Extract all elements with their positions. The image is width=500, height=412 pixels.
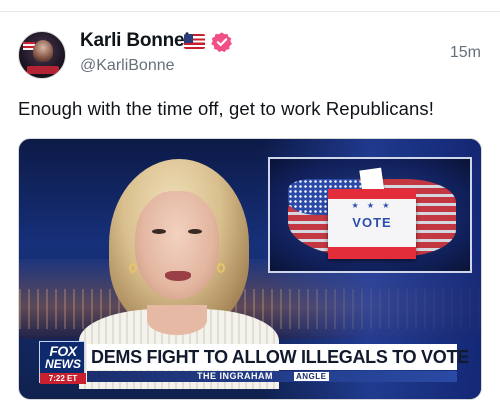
fox-news-logo: FOX NEWS 7:22 ET	[39, 341, 86, 384]
headline-bar: DEMS FIGHT TO ALLOW ILLEGALS TO VOTE	[87, 344, 469, 370]
show-name: THE INGRAHAM	[197, 371, 273, 381]
ballot-box-label: VOTE	[352, 215, 392, 230]
broadcast-clock: 7:22 ET	[40, 373, 86, 384]
avatar-badge	[27, 66, 59, 74]
top-divider	[0, 11, 500, 12]
us-flag-icon	[184, 34, 205, 49]
post-text: Enough with the time off, get to work Re…	[18, 98, 435, 119]
handle[interactable]: @KarliBonne	[80, 57, 175, 75]
fox-logo-bottom: NEWS	[45, 357, 81, 371]
ballot-box-stars: ★ ★ ★	[351, 201, 393, 210]
verified-badge-icon	[211, 32, 232, 53]
display-name[interactable]: Karli Bonne’	[80, 30, 190, 52]
show-bar: THE INGRAHAM ANGLE	[87, 371, 457, 382]
show-name-suffix: ANGLE	[294, 372, 329, 381]
avatar-figure	[33, 40, 53, 62]
news-lower-third: FOX NEWS 7:22 ET DEMS FIGHT TO ALLOW ILL…	[39, 341, 469, 384]
vote-graphic-inset: ★ ★ ★ VOTE	[268, 157, 472, 273]
timestamp[interactable]: 15m	[450, 44, 481, 62]
chyron-headline: DEMS FIGHT TO ALLOW ILLEGALS TO VOTE	[91, 347, 469, 367]
avatar[interactable]	[18, 31, 66, 79]
post-media[interactable]: ★ ★ ★ VOTE FOX NEWS 7:22 ET DEMS FIGHT T…	[18, 138, 482, 400]
